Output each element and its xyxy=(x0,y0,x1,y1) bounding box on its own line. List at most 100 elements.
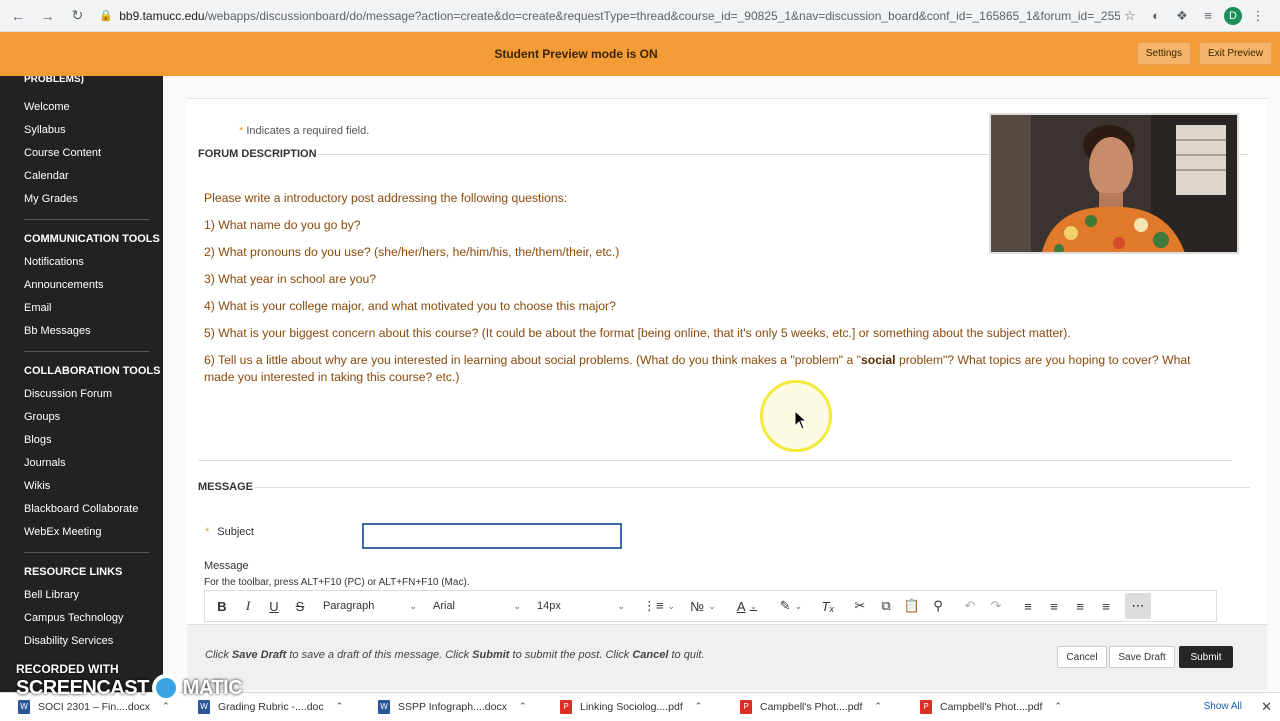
close-icon[interactable]: ✕ xyxy=(1261,699,1272,715)
download-filename: SSPP Infograph....docx xyxy=(398,700,507,713)
required-note-text: Indicates a required field. xyxy=(246,125,370,137)
align-justify-icon[interactable]: ≡ xyxy=(1093,592,1119,620)
sidebar-item-blackboard-collaborate[interactable]: Blackboard Collaborate xyxy=(0,498,163,521)
url-host: bb9.tamucc.edu xyxy=(119,8,205,23)
exit-preview-button[interactable]: Exit Preview xyxy=(1198,42,1272,65)
bold-icon[interactable]: B xyxy=(209,592,235,620)
question-5: 5) What is your biggest concern about th… xyxy=(204,326,1071,340)
sidebar-item-webex-meeting[interactable]: WebEx Meeting xyxy=(0,521,163,544)
sidebar-item-syllabus[interactable]: Syllabus xyxy=(0,119,163,142)
chevron-up-icon[interactable]: ⌃ xyxy=(162,701,170,712)
mouse-cursor-icon xyxy=(794,410,808,430)
redo-icon[interactable]: ↷ xyxy=(983,592,1009,620)
sidebar-item-campus-technology[interactable]: Campus Technology xyxy=(0,607,163,630)
download-item[interactable]: P Linking Sociolog....pdf ⌃ xyxy=(560,693,728,721)
numbered-list-icon[interactable]: № ⌄ xyxy=(683,592,723,620)
sidebar-divider xyxy=(24,219,149,220)
profile-avatar[interactable]: D xyxy=(1224,6,1242,25)
chevron-up-icon[interactable]: ⌃ xyxy=(336,701,344,712)
question-4: 4) What is your college major, and what … xyxy=(204,299,616,313)
font-family-select[interactable]: Arial ⌄ xyxy=(427,592,527,620)
question-6: 6) Tell us a little about why are you in… xyxy=(204,352,1194,386)
search-icon[interactable]: ⚲ xyxy=(925,592,951,620)
highlight-color-icon[interactable]: ✎ ⌄ xyxy=(771,592,811,620)
sidebar-item-welcome[interactable]: Welcome xyxy=(0,96,163,119)
font-size-select[interactable]: 14px ⌄ xyxy=(531,592,631,620)
sidebar-item-notifications[interactable]: Notifications xyxy=(0,251,163,274)
pdf-icon: P xyxy=(740,699,752,714)
download-item[interactable]: P Campbell's Phot....pdf ⌃ xyxy=(740,693,908,721)
copy-icon[interactable]: ⧉ xyxy=(873,592,899,620)
paste-icon[interactable]: 📋 xyxy=(899,592,925,620)
sidebar-item-calendar[interactable]: Calendar xyxy=(0,165,163,188)
align-left-icon[interactable]: ≡ xyxy=(1015,592,1041,620)
sidebar-item-announcements[interactable]: Announcements xyxy=(0,274,163,297)
chevron-up-icon[interactable]: ⌃ xyxy=(1054,701,1062,712)
download-item[interactable]: W SSPP Infograph....docx ⌃ xyxy=(378,693,548,721)
banner-text: Student Preview mode is ON xyxy=(494,47,658,61)
menu-dots-icon[interactable]: ⋮ xyxy=(1248,6,1268,26)
sidebar-divider xyxy=(24,552,149,553)
sidebar-item-disability-services[interactable]: Disability Services xyxy=(0,630,163,653)
back-icon[interactable]: ← xyxy=(6,4,30,28)
more-options-icon[interactable]: ⋯ xyxy=(1125,593,1151,619)
sidebar-item-my-grades[interactable]: My Grades xyxy=(0,188,163,211)
sidebar-heading-resources: RESOURCE LINKS xyxy=(24,566,123,578)
watermark-word2: MATIC xyxy=(182,676,243,699)
address-bar[interactable]: bb9.tamucc.edu/webapps/discussionboard/d… xyxy=(119,9,1120,23)
sidebar-item-discussion-forum[interactable]: Discussion Forum xyxy=(0,383,163,406)
undo-icon[interactable]: ↶ xyxy=(957,592,983,620)
sidebar-item-groups[interactable]: Groups xyxy=(0,406,163,429)
clear-formatting-icon[interactable]: Tₓ xyxy=(815,592,841,620)
strikethrough-icon[interactable]: S xyxy=(287,592,313,620)
instr-part: Click xyxy=(205,649,232,661)
sidebar-item-blogs[interactable]: Blogs xyxy=(0,429,163,452)
chevron-up-icon[interactable]: ⌃ xyxy=(519,701,527,712)
submit-button[interactable]: Submit xyxy=(1179,646,1233,668)
instr-bold: Cancel xyxy=(632,649,669,661)
required-star-icon: * xyxy=(205,526,210,538)
sidebar-item-bell-library[interactable]: Bell Library xyxy=(0,584,163,607)
sidebar-item-course-content[interactable]: Course Content xyxy=(0,142,163,165)
pdf-icon: P xyxy=(560,699,572,714)
sidebar-item-wikis[interactable]: Wikis xyxy=(0,475,163,498)
font-size-value: 14px xyxy=(537,600,561,612)
save-draft-button[interactable]: Save Draft xyxy=(1109,646,1175,668)
italic-icon[interactable]: I xyxy=(235,592,261,620)
chevron-up-icon[interactable]: ⌃ xyxy=(874,701,882,712)
message-section-title: MESSAGE xyxy=(198,481,254,493)
toolbar-hint: For the toolbar, press ALT+F10 (PC) or A… xyxy=(204,577,470,588)
puzzle-icon[interactable]: ❖ xyxy=(1172,6,1192,26)
lock-icon[interactable]: 🔒 xyxy=(99,9,113,23)
bookmark-star-icon[interactable]: ☆ xyxy=(1120,6,1140,26)
sidebar-item-email[interactable]: Email xyxy=(0,297,163,320)
show-all-downloads-link[interactable]: Show All xyxy=(1204,701,1242,712)
bullet-list-icon[interactable]: ⋮≡ ⌄ xyxy=(639,592,679,620)
subject-input[interactable] xyxy=(362,523,622,549)
align-right-icon[interactable]: ≡ xyxy=(1067,592,1093,620)
paragraph-format-select[interactable]: Paragraph ⌄ xyxy=(317,592,423,620)
cancel-button[interactable]: Cancel xyxy=(1057,646,1107,668)
word-doc-icon: W xyxy=(378,699,390,714)
download-filename: Campbell's Phot....pdf xyxy=(940,700,1043,713)
reload-icon[interactable]: ↻ xyxy=(66,4,90,28)
extension-circle-icon[interactable]: ◐ xyxy=(1146,6,1166,26)
sidebar-item-bb-messages[interactable]: Bb Messages xyxy=(0,320,163,343)
download-item[interactable]: P Campbell's Phot....pdf ⌃ xyxy=(920,693,1088,721)
instr-part: to quit. xyxy=(668,649,705,661)
submit-bar: Click Save Draft to save a draft of this… xyxy=(187,624,1267,690)
question-6-bold: social xyxy=(861,353,896,367)
forward-icon[interactable]: → xyxy=(36,4,60,28)
question-6-part1: 6) Tell us a little about why are you in… xyxy=(204,353,861,367)
chevron-up-icon[interactable]: ⌃ xyxy=(695,701,703,712)
align-center-icon[interactable]: ≡ xyxy=(1041,592,1067,620)
underline-icon[interactable]: U xyxy=(261,592,287,620)
text-color-icon[interactable]: A ⌄ xyxy=(727,592,767,620)
cut-icon[interactable]: ✂ xyxy=(847,592,873,620)
settings-button[interactable]: Settings xyxy=(1136,42,1191,65)
editor-toolbar: B I U S Paragraph ⌄ Arial ⌄ 14px ⌄ ⋮≡ ⌄ № ⌄ A… xyxy=(204,590,1217,622)
screencast-watermark: RECORDED WITH SCREENCAST MATIC xyxy=(16,662,243,702)
instr-part: to save a draft of this message. Click xyxy=(286,649,473,661)
sidebar-item-journals[interactable]: Journals xyxy=(0,452,163,475)
playlist-icon[interactable]: ≡ xyxy=(1198,6,1218,26)
